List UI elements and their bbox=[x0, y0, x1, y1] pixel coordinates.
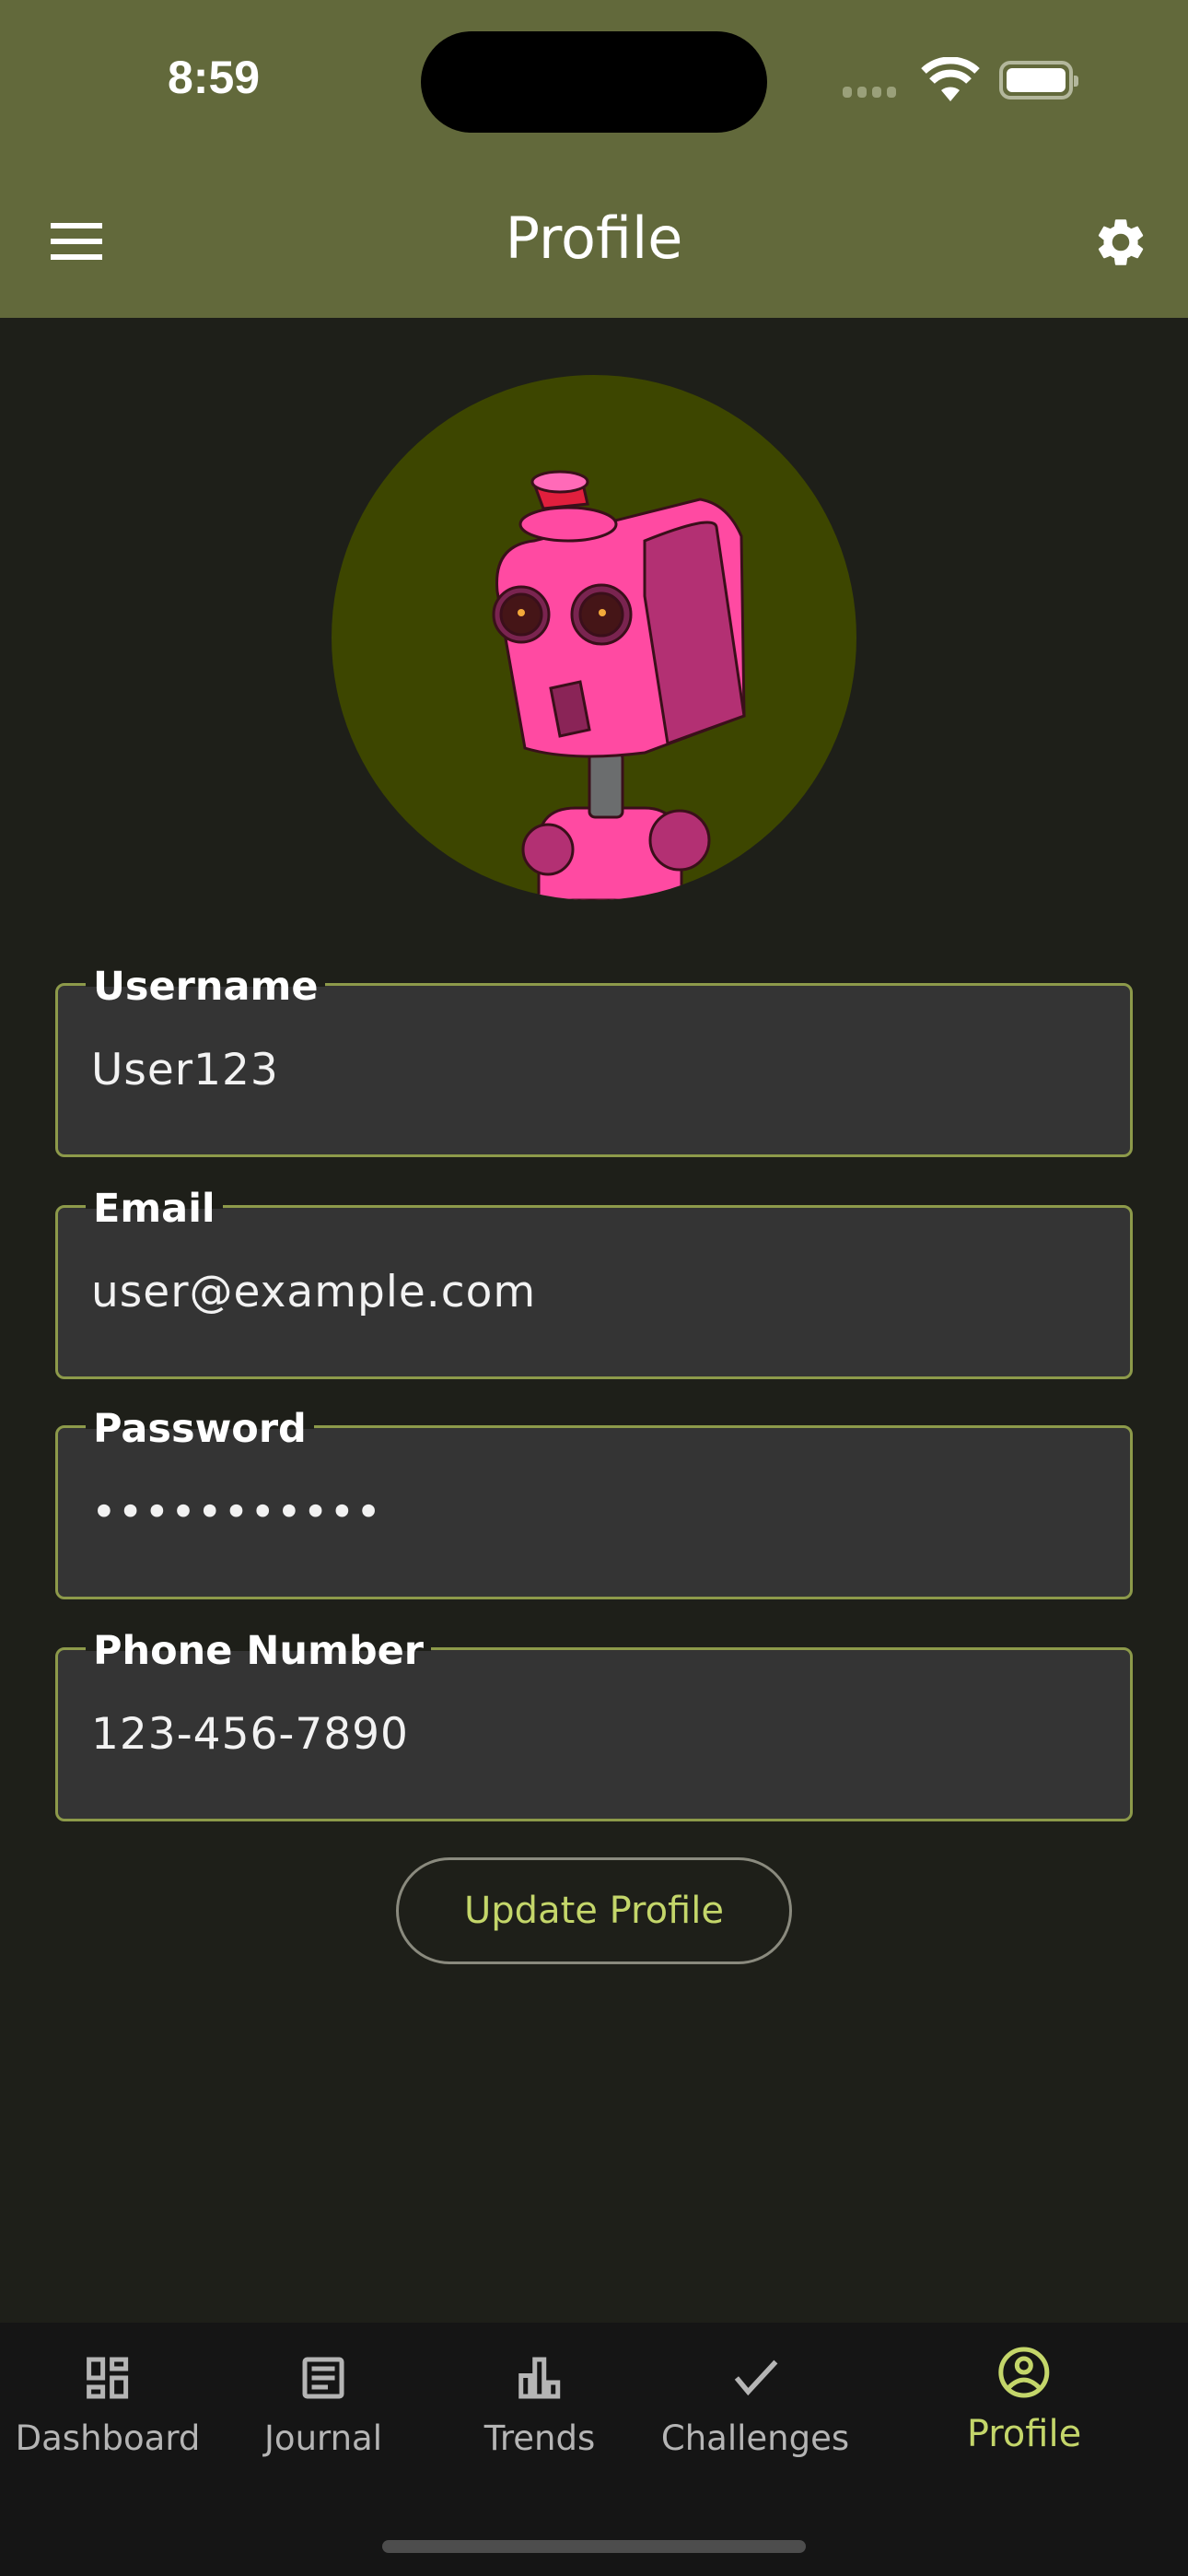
nav-tab-dashboard[interactable]: Dashboard bbox=[15, 2350, 201, 2458]
account-circle-icon bbox=[998, 2347, 1050, 2398]
status-time: 8:59 bbox=[168, 52, 261, 103]
nav-label-trends: Trends bbox=[483, 2418, 596, 2458]
phone-number-field[interactable]: Phone Number 123-456-7890 bbox=[55, 1628, 1133, 1821]
profile-avatar[interactable] bbox=[332, 375, 856, 900]
update-profile-button[interactable]: Update Profile bbox=[396, 1857, 792, 1964]
nav-label-profile: Profile bbox=[966, 2413, 1082, 2455]
bar-chart-icon bbox=[518, 2357, 561, 2399]
wifi-icon bbox=[921, 57, 980, 101]
nav-tab-profile[interactable]: Profile bbox=[967, 2345, 1081, 2455]
journal-icon bbox=[302, 2357, 344, 2399]
robot-avatar-image bbox=[492, 470, 746, 900]
nav-tab-journal[interactable]: Journal bbox=[264, 2350, 382, 2458]
nav-tab-trends[interactable]: Trends bbox=[483, 2350, 596, 2458]
top-app-bar: 8:59 Profile bbox=[0, 0, 1188, 318]
check-icon bbox=[734, 2359, 778, 2396]
gear-icon[interactable] bbox=[1092, 214, 1149, 271]
nav-tab-challenges[interactable]: Challenges bbox=[661, 2350, 849, 2458]
email-label: Email bbox=[86, 1186, 223, 1232]
username-label: Username bbox=[86, 964, 326, 1010]
phone-number-value[interactable]: 123-456-7890 bbox=[91, 1709, 409, 1760]
nav-label-journal: Journal bbox=[264, 2418, 382, 2458]
bottom-navigation: Dashboard Journal Trends Challenges Prof… bbox=[0, 2323, 1188, 2576]
phone-number-label: Phone Number bbox=[86, 1628, 431, 1674]
username-value[interactable]: User123 bbox=[91, 1045, 279, 1095]
password-value[interactable]: ••••••••••• bbox=[91, 1487, 382, 1538]
username-field[interactable]: Username User123 bbox=[55, 964, 1133, 1157]
battery-icon bbox=[999, 61, 1078, 100]
home-indicator[interactable] bbox=[382, 2540, 806, 2553]
password-label: Password bbox=[86, 1406, 314, 1452]
cellular-signal-icon bbox=[843, 87, 896, 98]
email-field[interactable]: Email user@example.com bbox=[55, 1186, 1133, 1379]
nav-label-challenges: Challenges bbox=[660, 2418, 850, 2458]
email-value[interactable]: user@example.com bbox=[91, 1267, 536, 1317]
page-title: Profile bbox=[505, 205, 683, 272]
password-field[interactable]: Password ••••••••••• bbox=[55, 1406, 1133, 1599]
dynamic-island bbox=[421, 31, 767, 133]
nav-label-dashboard: Dashboard bbox=[15, 2418, 201, 2458]
dashboard-icon bbox=[87, 2357, 129, 2399]
